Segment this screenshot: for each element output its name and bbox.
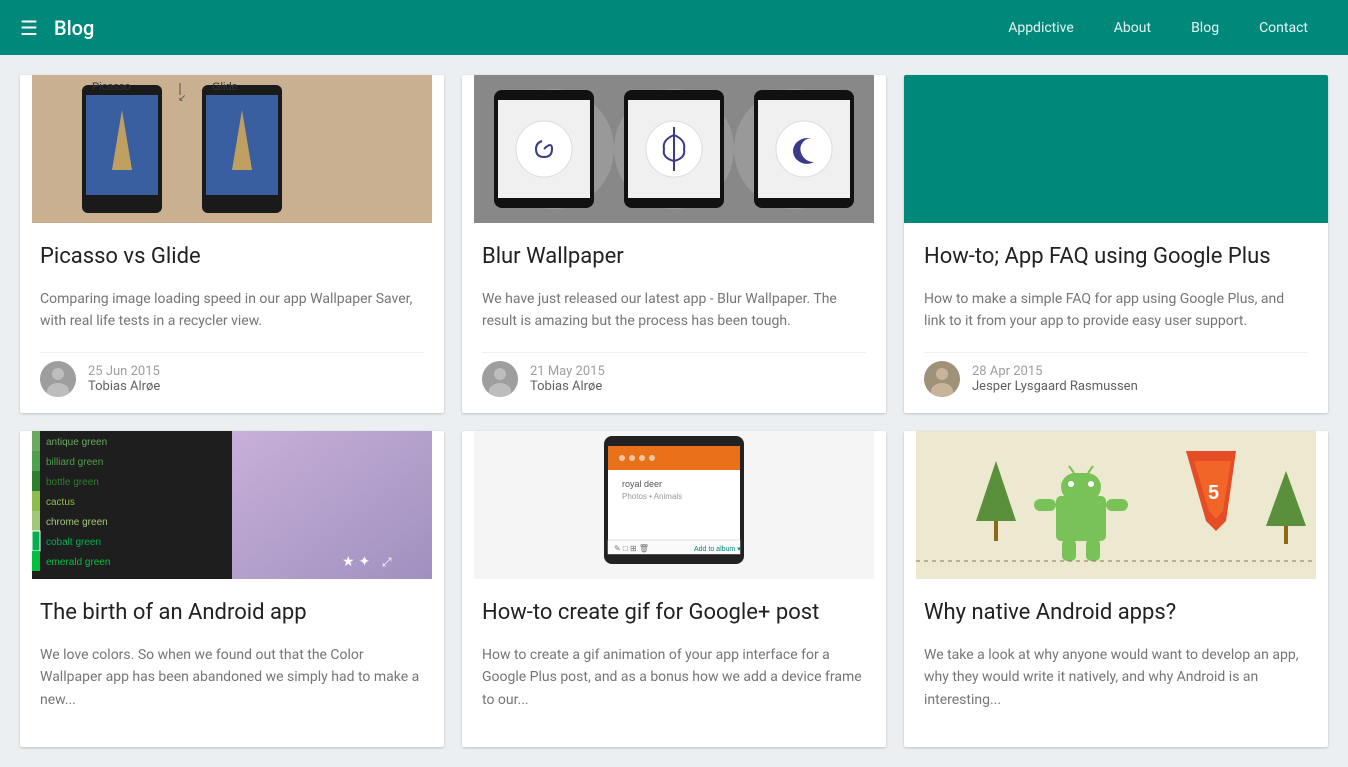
author-name: Jesper Lysgaard Rasmussen xyxy=(972,379,1138,394)
card-app-faq[interactable]: How-to; App FAQ using Google Plus How to… xyxy=(904,75,1328,413)
card-body: Blur Wallpaper We have just released our… xyxy=(462,223,886,413)
card-excerpt: How to create a gif animation of your ap… xyxy=(482,644,866,711)
svg-text:✎ □ ⊞ 🗑: ✎ □ ⊞ 🗑 xyxy=(614,544,649,553)
author-name: Tobias Alrøe xyxy=(530,379,605,394)
card-title: Picasso vs Glide xyxy=(40,243,424,272)
svg-text:chrome green: chrome green xyxy=(46,517,108,528)
author-info: 28 Apr 2015 Jesper Lysgaard Rasmussen xyxy=(972,364,1138,394)
card-birth-android[interactable]: antique green billiard green bottle gree… xyxy=(20,431,444,747)
svg-text:Glide: Glide xyxy=(212,81,238,93)
svg-text:cactus: cactus xyxy=(46,497,75,508)
site-title: Blog xyxy=(54,16,988,40)
card-title: Why native Android apps? xyxy=(924,599,1308,628)
menu-icon[interactable]: ☰ xyxy=(20,16,38,40)
card-blur-wallpaper[interactable]: Blur Wallpaper We have just released our… xyxy=(462,75,886,413)
card-excerpt: We take a look at why anyone would want … xyxy=(924,644,1308,711)
nav-contact[interactable]: Contact xyxy=(1239,0,1328,55)
nav-appdictive[interactable]: Appdictive xyxy=(988,0,1094,55)
svg-text:antique green: antique green xyxy=(46,437,107,448)
svg-text:Add to album ▾: Add to album ▾ xyxy=(694,546,741,553)
author-info: 25 Jun 2015 Tobias Alrøe xyxy=(88,364,160,394)
author-info: 21 May 2015 Tobias Alrøe xyxy=(530,364,605,394)
card-picasso-vs-glide[interactable]: Picasso Glide ↙ Picasso vs Glide Compari… xyxy=(20,75,444,413)
card-title: How-to create gif for Google+ post xyxy=(482,599,866,628)
card-excerpt: Comparing image loading speed in our app… xyxy=(40,288,424,333)
card-image-colorwallpaper: antique green billiard green bottle gree… xyxy=(20,431,444,579)
nav-blog[interactable]: Blog xyxy=(1171,0,1239,55)
card-title: Blur Wallpaper xyxy=(482,243,866,272)
card-author: 28 Apr 2015 Jesper Lysgaard Rasmussen xyxy=(924,352,1308,397)
svg-text:★ ✦: ★ ✦ xyxy=(342,553,370,569)
svg-text:cobalt green: cobalt green xyxy=(46,537,101,548)
card-excerpt: We love colors. So when we found out tha… xyxy=(40,644,424,711)
svg-text:bottle green: bottle green xyxy=(46,477,99,488)
nav-about[interactable]: About xyxy=(1094,0,1171,55)
card-title: How-to; App FAQ using Google Plus xyxy=(924,243,1308,272)
card-title: The birth of an Android app xyxy=(40,599,424,628)
site-header: ☰ Blog Appdictive About Blog Contact xyxy=(0,0,1348,55)
svg-text:billiard green: billiard green xyxy=(46,457,103,468)
card-image-blur xyxy=(462,75,886,223)
author-name: Tobias Alrøe xyxy=(88,379,160,394)
svg-text:royal deer: royal deer xyxy=(622,479,662,489)
card-body: Why native Android apps? We take a look … xyxy=(904,579,1328,747)
avatar xyxy=(40,361,76,397)
card-author: 21 May 2015 Tobias Alrøe xyxy=(482,352,866,397)
card-excerpt: How to make a simple FAQ for app using G… xyxy=(924,288,1308,333)
card-gif-google[interactable]: royal deer Photos • Animals Add Photos U… xyxy=(462,431,886,747)
card-image-teal xyxy=(904,75,1328,223)
main-content: Picasso Glide ↙ Picasso vs Glide Compari… xyxy=(0,55,1348,767)
avatar xyxy=(924,361,960,397)
svg-text:Picasso: Picasso xyxy=(92,81,131,93)
author-date: 21 May 2015 xyxy=(530,364,605,379)
card-body: The birth of an Android app We love colo… xyxy=(20,579,444,747)
svg-text:5: 5 xyxy=(1208,482,1219,504)
main-nav: Appdictive About Blog Contact xyxy=(988,0,1328,55)
card-body: Picasso vs Glide Comparing image loading… xyxy=(20,223,444,413)
author-date: 25 Jun 2015 xyxy=(88,364,160,379)
card-author: 25 Jun 2015 Tobias Alrøe xyxy=(40,352,424,397)
svg-text:↙: ↙ xyxy=(178,93,186,104)
card-excerpt: We have just released our latest app - B… xyxy=(482,288,866,333)
card-body: How-to; App FAQ using Google Plus How to… xyxy=(904,223,1328,413)
card-native-android[interactable]: 5 Why native Android apps? We take a loo… xyxy=(904,431,1328,747)
card-body: How-to create gif for Google+ post How t… xyxy=(462,579,886,747)
card-image-native: 5 xyxy=(904,431,1328,579)
avatar xyxy=(482,361,518,397)
card-image-gif: royal deer Photos • Animals Add Photos U… xyxy=(462,431,886,579)
svg-text:emerald green: emerald green xyxy=(46,557,110,568)
author-date: 28 Apr 2015 xyxy=(972,364,1138,379)
card-image-picasso: Picasso Glide ↙ xyxy=(20,75,444,223)
svg-text:Photos • Animals: Photos • Animals xyxy=(622,492,682,501)
blog-grid: Picasso Glide ↙ Picasso vs Glide Compari… xyxy=(20,75,1328,747)
svg-text:⤢: ⤢ xyxy=(381,555,392,569)
